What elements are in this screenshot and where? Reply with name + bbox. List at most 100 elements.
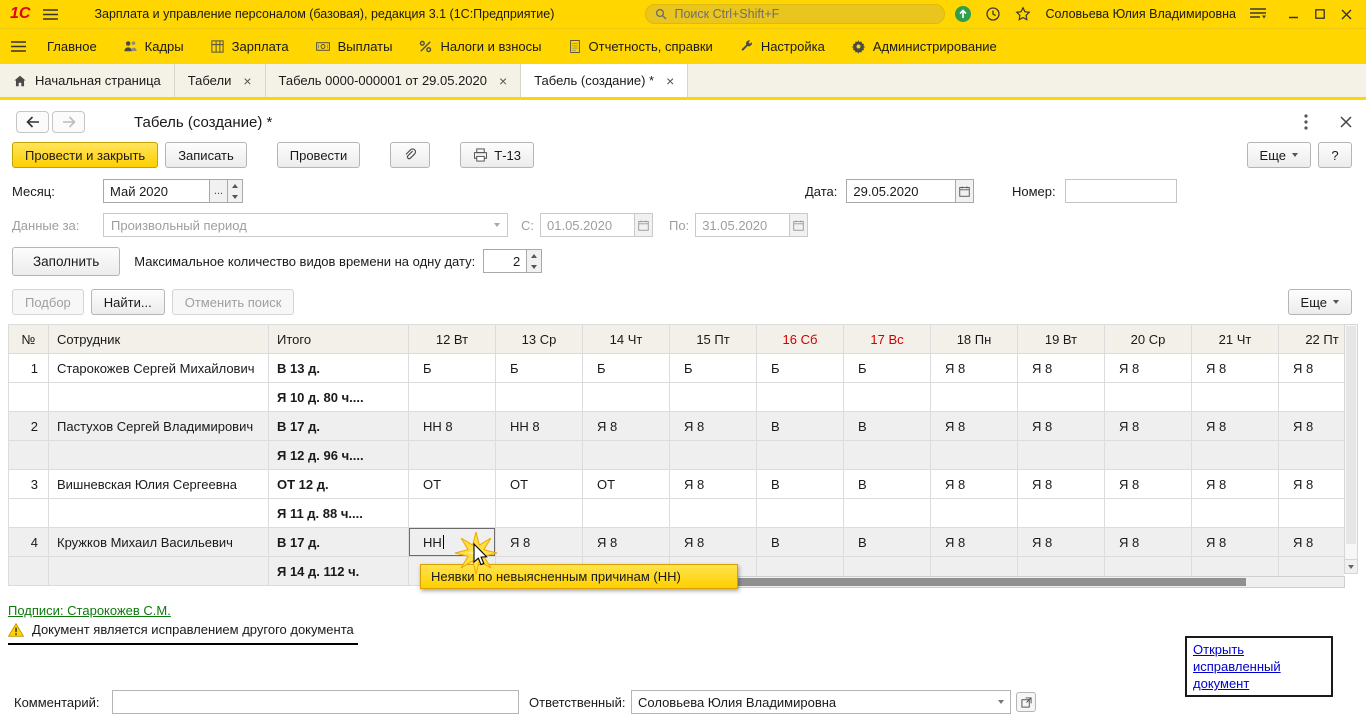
column-header[interactable]: 15 Пт (670, 325, 757, 354)
total-cell[interactable]: Я 14 д. 112 ч. (269, 557, 409, 586)
month-input[interactable]: Май 2020 (103, 179, 210, 203)
close-button[interactable] (1334, 3, 1358, 25)
day-cell[interactable]: Я 8 (670, 470, 757, 499)
column-header[interactable]: 18 Пн (931, 325, 1018, 354)
period-select[interactable]: Произвольный период (103, 213, 508, 237)
menu-item[interactable]: Кадры (110, 29, 197, 64)
column-header[interactable]: 19 Вт (1018, 325, 1105, 354)
day-cell[interactable] (496, 383, 583, 412)
day-cell[interactable] (1279, 383, 1345, 412)
day-cell[interactable] (757, 383, 844, 412)
day-cell[interactable]: НН 8 (496, 412, 583, 441)
vertical-scrollbar[interactable] (1344, 324, 1358, 574)
tab-close-icon[interactable]: × (243, 74, 251, 88)
save-button[interactable]: Записать (165, 142, 247, 168)
day-cell[interactable]: В (757, 412, 844, 441)
menu-item[interactable]: Главное (34, 29, 110, 64)
post-button[interactable]: Провести (277, 142, 361, 168)
day-cell[interactable]: Б (496, 354, 583, 383)
menu-item[interactable]: Настройка (726, 29, 838, 64)
day-cell[interactable]: Я 8 (1018, 412, 1105, 441)
from-date-input[interactable]: 01.05.2020 (540, 213, 635, 237)
employee-name-cell[interactable] (49, 499, 269, 528)
day-cell[interactable] (931, 383, 1018, 412)
day-cell[interactable] (409, 383, 496, 412)
total-cell[interactable]: Я 10 д. 80 ч.... (269, 383, 409, 412)
day-cell[interactable]: Я 8 (1192, 412, 1279, 441)
tab[interactable]: Начальная страница (0, 64, 175, 97)
day-cell[interactable]: Б (757, 354, 844, 383)
day-cell[interactable]: Я 8 (1279, 528, 1345, 557)
row-number-cell[interactable] (9, 383, 49, 412)
day-cell[interactable] (1018, 499, 1105, 528)
day-cell[interactable]: В (844, 470, 931, 499)
month-picker-icon[interactable]: ... (210, 179, 228, 203)
day-cell[interactable] (757, 441, 844, 470)
day-cell[interactable] (1105, 383, 1192, 412)
day-cell[interactable] (1279, 499, 1345, 528)
day-cell[interactable] (931, 441, 1018, 470)
global-search-input[interactable]: Поиск Ctrl+Shift+F (645, 4, 945, 24)
open-responsible-button[interactable] (1016, 692, 1036, 712)
column-header[interactable]: 21 Чт (1192, 325, 1279, 354)
day-cell[interactable] (409, 499, 496, 528)
day-cell[interactable]: Я 8 (670, 412, 757, 441)
total-cell[interactable]: Я 12 д. 96 ч.... (269, 441, 409, 470)
find-button[interactable]: Найти... (91, 289, 165, 315)
calendar-icon[interactable] (956, 179, 974, 203)
day-cell[interactable]: Я 8 (583, 412, 670, 441)
column-header[interactable]: 16 Сб (757, 325, 844, 354)
day-cell[interactable] (1192, 383, 1279, 412)
row-number-cell[interactable] (9, 557, 49, 586)
employee-name-cell[interactable]: Старокожев Сергей Михайлович (49, 354, 269, 383)
post-and-close-button[interactable]: Провести и закрыть (12, 142, 158, 168)
row-number-cell[interactable]: 4 (9, 528, 49, 557)
tab[interactable]: Табель 0000-000001 от 29.05.2020× (266, 64, 522, 97)
menu-item[interactable]: Налоги и взносы (405, 29, 554, 64)
day-cell[interactable] (670, 499, 757, 528)
day-cell[interactable]: В (757, 470, 844, 499)
to-date-input[interactable]: 31.05.2020 (695, 213, 790, 237)
day-cell[interactable] (1018, 383, 1105, 412)
column-header[interactable]: 22 Пт (1279, 325, 1345, 354)
day-cell[interactable]: Я 8 (1018, 354, 1105, 383)
history-icon[interactable] (981, 3, 1005, 25)
day-cell[interactable]: Я 8 (931, 528, 1018, 557)
day-cell[interactable]: Я 8 (1192, 354, 1279, 383)
day-cell[interactable] (583, 499, 670, 528)
day-cell[interactable]: Б (844, 354, 931, 383)
max-types-stepper[interactable] (527, 249, 542, 273)
day-cell[interactable]: Я 8 (931, 412, 1018, 441)
row-number-cell[interactable]: 3 (9, 470, 49, 499)
day-cell[interactable] (496, 499, 583, 528)
day-cell[interactable]: Я 8 (931, 470, 1018, 499)
column-header[interactable]: 14 Чт (583, 325, 670, 354)
day-cell[interactable]: В (757, 528, 844, 557)
print-t13-button[interactable]: Т-13 (460, 142, 534, 168)
kebab-menu-icon[interactable] (1294, 111, 1318, 133)
day-cell[interactable]: Я 8 (1105, 470, 1192, 499)
scrollbar-thumb[interactable] (1346, 326, 1356, 544)
scroll-down-icon[interactable] (1345, 559, 1357, 573)
employee-name-cell[interactable] (49, 441, 269, 470)
row-number-cell[interactable]: 2 (9, 412, 49, 441)
day-cell[interactable]: Я 8 (1192, 470, 1279, 499)
minimize-button[interactable] (1282, 3, 1306, 25)
back-button[interactable] (16, 111, 49, 133)
forward-button[interactable] (52, 111, 85, 133)
day-cell[interactable]: Я 8 (1018, 528, 1105, 557)
form-close-icon[interactable] (1340, 116, 1352, 128)
day-cell[interactable]: Б (583, 354, 670, 383)
column-header[interactable]: 20 Ср (1105, 325, 1192, 354)
tab[interactable]: Табели× (175, 64, 266, 97)
column-header[interactable]: Итого (269, 325, 409, 354)
calendar-icon[interactable] (635, 213, 653, 237)
total-cell[interactable]: В 17 д. (269, 528, 409, 557)
day-cell[interactable] (844, 441, 931, 470)
total-cell[interactable]: ОТ 12 д. (269, 470, 409, 499)
main-menu-icon[interactable] (38, 3, 62, 25)
day-cell[interactable]: Я 8 (583, 528, 670, 557)
date-input[interactable]: 29.05.2020 (846, 179, 956, 203)
day-cell[interactable]: Б (670, 354, 757, 383)
tab-close-icon[interactable]: × (666, 74, 674, 88)
